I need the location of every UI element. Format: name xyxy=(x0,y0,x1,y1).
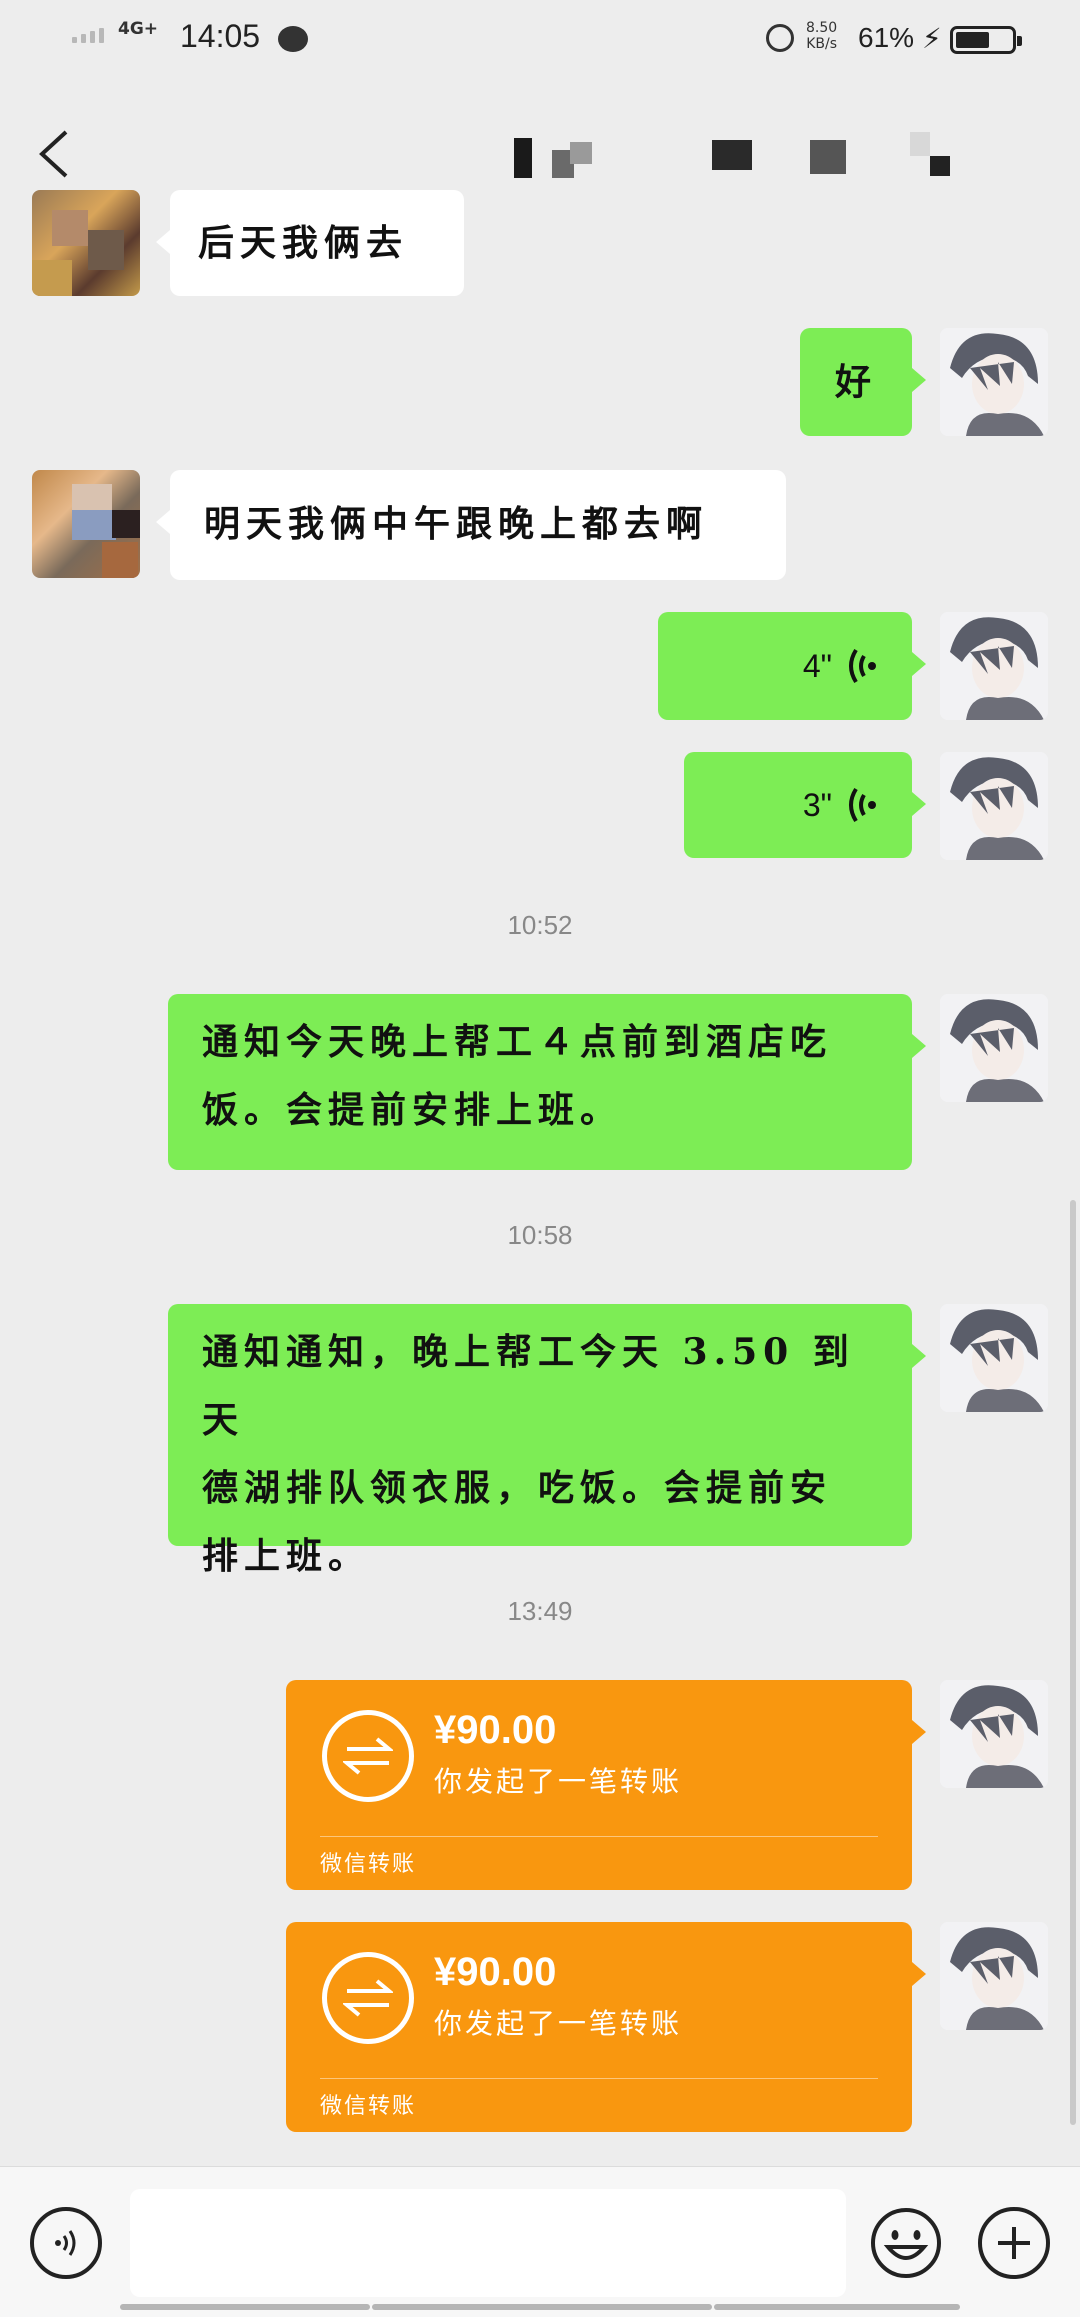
message-text-line: 饭。会提前安排上班。 xyxy=(202,1089,623,1131)
message-text-line: 通知今天晚上帮工４点前到酒店吃 xyxy=(202,1021,833,1063)
message-bubble-received[interactable]: 后天我俩去 xyxy=(156,190,464,296)
voice-wave-icon xyxy=(849,787,876,823)
message-text-line: 排上班。 xyxy=(202,1535,371,1577)
chat-title-obscured xyxy=(410,132,1070,190)
voice-wave-icon xyxy=(849,648,876,684)
transfer-footer: 微信转账 xyxy=(320,1852,417,1877)
my-avatar[interactable] xyxy=(940,1922,1048,2030)
message-bubble-sent[interactable]: 通知今天晚上帮工４点前到酒店吃 饭。会提前安排上班。 xyxy=(168,994,926,1170)
battery-icon xyxy=(950,26,1022,54)
message-input[interactable] xyxy=(130,2189,846,2297)
emoji-icon[interactable] xyxy=(870,2207,942,2279)
divider xyxy=(320,1836,878,1837)
nav-gesture-bar xyxy=(714,2304,960,2310)
voice-duration: 3" xyxy=(802,786,832,823)
voice-message[interactable]: 4" xyxy=(658,612,926,720)
message-bubble-received[interactable]: 明天我俩中午跟晚上都去啊 xyxy=(156,470,786,580)
divider xyxy=(320,2078,878,2079)
my-avatar[interactable] xyxy=(940,752,1048,860)
nav-gesture-bar xyxy=(372,2304,712,2310)
network-speed-value: 8.50 xyxy=(806,20,838,36)
nav-gesture-bar xyxy=(120,2304,370,2310)
message-text-line: 德湖排队领衣服，吃饭。会提前安 xyxy=(202,1467,833,1509)
transfer-footer: 微信转账 xyxy=(320,2094,417,2119)
contact-avatar[interactable] xyxy=(32,190,140,296)
timestamp: 10:58 xyxy=(507,1220,573,1250)
voice-input-icon[interactable] xyxy=(30,2207,102,2279)
chevron-left-icon[interactable] xyxy=(36,128,72,180)
transfer-icon xyxy=(322,1710,414,1802)
transfer-card[interactable]: ¥90.00 你发起了一笔转账 微信转账 xyxy=(286,1922,926,2132)
timestamp: 10:52 xyxy=(507,910,573,940)
transfer-description: 你发起了一笔转账 xyxy=(434,1765,683,1798)
my-avatar[interactable] xyxy=(940,1304,1048,1412)
input-bar xyxy=(0,2166,1080,2317)
my-avatar[interactable] xyxy=(940,1680,1048,1788)
clock: 14:05 xyxy=(180,18,261,54)
network-speed-unit: KB/s xyxy=(806,36,837,52)
status-bar: 4G+ 14:05 8.50 KB/s 61% ⚡ xyxy=(0,0,1080,80)
message-bubble-sent[interactable]: 好 xyxy=(800,328,926,436)
network-type: 4G+ xyxy=(118,19,159,39)
plus-icon[interactable] xyxy=(978,2207,1050,2279)
signal-icon xyxy=(72,28,104,43)
my-avatar[interactable] xyxy=(940,994,1048,1102)
message-text-line: 通知通知，晚上帮工今天 3.50 到天 xyxy=(202,1331,855,1441)
message-bubble-sent[interactable]: 通知通知，晚上帮工今天 3.50 到天 德湖排队领衣服，吃饭。会提前安 排上班。 xyxy=(168,1304,926,1577)
my-avatar[interactable] xyxy=(940,612,1048,720)
timestamp: 13:49 xyxy=(507,1596,573,1626)
transfer-card[interactable]: ¥90.00 你发起了一笔转账 微信转账 xyxy=(286,1680,926,1890)
transfer-icon xyxy=(322,1952,414,2044)
message-notification-icon xyxy=(278,26,308,52)
message-text: 明天我俩中午跟晚上都去啊 xyxy=(204,503,709,545)
voice-message[interactable]: 3" xyxy=(684,752,926,858)
transfer-amount: ¥90.00 xyxy=(434,1950,557,1994)
battery-percent: 61% xyxy=(858,22,915,53)
scrollbar[interactable] xyxy=(1070,1200,1076,2125)
transfer-description: 你发起了一笔转账 xyxy=(434,2007,683,2040)
network-speed: 8.50 KB/s xyxy=(806,20,837,52)
chat-header xyxy=(0,80,1080,220)
alarm-icon xyxy=(766,24,794,52)
charging-icon: ⚡ xyxy=(922,22,942,55)
my-avatar[interactable] xyxy=(940,328,1048,436)
contact-avatar[interactable] xyxy=(32,470,140,578)
message-text: 后天我俩去 xyxy=(198,222,409,264)
transfer-amount: ¥90.00 xyxy=(434,1708,557,1752)
voice-duration: 4" xyxy=(802,647,832,684)
message-text: 好 xyxy=(834,361,877,403)
